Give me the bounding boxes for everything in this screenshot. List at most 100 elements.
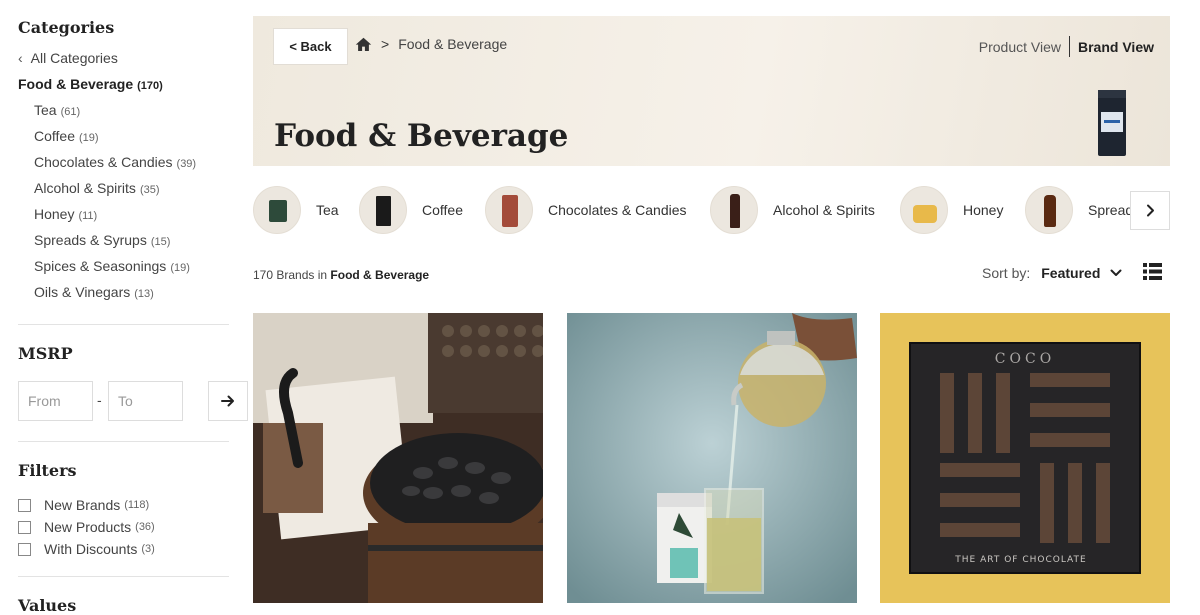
box-brand-text: COCO bbox=[995, 351, 1055, 367]
list-view-icon[interactable] bbox=[1143, 263, 1162, 285]
subcategory-label: Honey bbox=[34, 206, 75, 222]
sidebar-divider bbox=[18, 576, 229, 577]
carousel-item-label: Tea bbox=[316, 202, 339, 218]
results-count: 170 Brands in Food & Beverage bbox=[253, 268, 429, 282]
chocolate-bag-icon bbox=[485, 186, 533, 234]
view-toggle: Product View Brand View bbox=[979, 36, 1154, 57]
carousel-item-tea[interactable]: Tea bbox=[253, 186, 339, 234]
carousel-item-chocolates[interactable]: Chocolates & Candies bbox=[485, 186, 687, 234]
arrow-right-icon bbox=[221, 395, 234, 407]
subcategory-honey[interactable]: Honey (11) bbox=[34, 206, 196, 232]
subcategory-label: Spices & Seasonings bbox=[34, 258, 167, 274]
filter-count: (36) bbox=[135, 521, 155, 533]
tea-pouring-image bbox=[567, 313, 857, 603]
back-button[interactable]: < Back bbox=[273, 28, 348, 65]
subcategory-count: (35) bbox=[139, 184, 160, 196]
filter-with-discounts[interactable]: With Discounts (3) bbox=[18, 541, 155, 557]
sidebar-divider bbox=[18, 324, 229, 325]
subcategory-spices[interactable]: Spices & Seasonings (19) bbox=[34, 258, 196, 284]
categories-heading: Categories bbox=[18, 18, 115, 37]
category-banner: < Back > Food & Beverage Product View Br… bbox=[253, 16, 1170, 166]
chevron-down-icon[interactable] bbox=[1110, 269, 1122, 277]
bottle-icon bbox=[710, 186, 758, 234]
carousel-next-button[interactable] bbox=[1130, 191, 1170, 230]
sort-control: Sort by: Featured bbox=[982, 265, 1122, 281]
subcategory-label: Chocolates & Candies bbox=[34, 154, 173, 170]
checkbox[interactable] bbox=[18, 520, 31, 534]
results-category: Food & Beverage bbox=[330, 268, 430, 282]
filters-heading: Filters bbox=[18, 461, 77, 480]
current-category: Food & Beverage (170) bbox=[18, 76, 163, 92]
msrp-dash: - bbox=[97, 392, 102, 408]
carousel-item-honey[interactable]: Honey bbox=[900, 186, 1003, 234]
subcategory-tea[interactable]: Tea (61) bbox=[34, 102, 196, 128]
carousel-item-label: Spreads & Syrups bbox=[1088, 202, 1130, 218]
honey-jar-icon bbox=[900, 186, 948, 234]
msrp-heading: MSRP bbox=[18, 344, 73, 363]
page-title: Food & Beverage bbox=[274, 118, 569, 154]
brand-card[interactable] bbox=[567, 313, 857, 603]
subcategory-list: Tea (61) Coffee (19) Chocolates & Candies(… bbox=[34, 102, 196, 310]
brand-card[interactable] bbox=[253, 313, 543, 603]
all-categories-link[interactable]: ‹ All Categories bbox=[18, 50, 118, 66]
brand-view-tab[interactable]: Brand View bbox=[1078, 39, 1154, 55]
product-view-tab[interactable]: Product View bbox=[979, 39, 1061, 55]
subcategory-coffee[interactable]: Coffee (19) bbox=[34, 128, 196, 154]
subcategory-label: Tea bbox=[34, 102, 57, 118]
msrp-to-input[interactable]: To bbox=[108, 381, 183, 421]
breadcrumb: > Food & Beverage bbox=[355, 36, 507, 52]
coffee-beans-barrel-image bbox=[253, 313, 543, 603]
subcategory-oils[interactable]: Oils & Vinegars (13) bbox=[34, 284, 196, 310]
box-tagline: THE ART OF CHOCOLATE bbox=[954, 555, 1086, 565]
all-categories-label: All Categories bbox=[30, 50, 118, 66]
subcategory-count: (11) bbox=[78, 210, 98, 222]
filter-new-products[interactable]: New Products (36) bbox=[18, 519, 155, 535]
home-icon[interactable] bbox=[355, 37, 372, 52]
coffee-bag-image bbox=[1098, 90, 1126, 156]
subcategory-count: (39) bbox=[176, 158, 197, 170]
sort-value[interactable]: Featured bbox=[1041, 265, 1100, 281]
view-divider bbox=[1069, 36, 1070, 57]
msrp-from-input[interactable]: From bbox=[18, 381, 93, 421]
subcategory-chocolates[interactable]: Chocolates & Candies (39) bbox=[34, 154, 196, 180]
sort-label: Sort by: bbox=[982, 265, 1031, 281]
carousel-item-spreads[interactable]: Spreads & Syrups bbox=[1025, 186, 1130, 234]
carousel-item-label: Coffee bbox=[422, 202, 463, 218]
subcategory-label: Oils & Vinegars bbox=[34, 284, 131, 300]
subcategory-label: Spreads & Syrups bbox=[34, 232, 147, 248]
subcategory-label: Alcohol & Spirits bbox=[34, 180, 136, 196]
current-category-count: (170) bbox=[137, 80, 163, 92]
syrup-bottle-icon bbox=[1025, 186, 1073, 234]
filter-new-brands[interactable]: New Brands (118) bbox=[18, 497, 149, 513]
chevron-right-icon bbox=[1146, 204, 1154, 217]
filter-label: New Products bbox=[44, 519, 132, 535]
carousel-item-label: Alcohol & Spirits bbox=[773, 202, 875, 218]
msrp-apply-button[interactable] bbox=[208, 381, 248, 421]
breadcrumb-separator: > bbox=[381, 36, 390, 52]
category-sidebar: Categories ‹ All Categories Food & Bever… bbox=[18, 0, 248, 615]
subcategory-count: (19) bbox=[170, 262, 190, 274]
filter-label: New Brands bbox=[44, 497, 121, 513]
breadcrumb-current: Food & Beverage bbox=[398, 36, 508, 52]
checkbox[interactable] bbox=[18, 542, 31, 556]
carousel-item-label: Honey bbox=[963, 202, 1004, 218]
sidebar-divider bbox=[18, 441, 229, 442]
subcategory-count: (19) bbox=[79, 132, 99, 144]
back-label: < Back bbox=[289, 39, 332, 54]
filter-label: With Discounts bbox=[44, 541, 138, 557]
filter-count: (118) bbox=[124, 499, 150, 511]
checkbox[interactable] bbox=[18, 498, 31, 512]
subcategory-spreads[interactable]: Spreads & Syrups (15) bbox=[34, 232, 196, 258]
current-category-label: Food & Beverage bbox=[18, 76, 134, 92]
subcategory-count: (13) bbox=[134, 288, 154, 300]
brand-card[interactable]: COCO THE ART OF CHOCOLATE bbox=[880, 313, 1170, 603]
filter-count: (3) bbox=[141, 543, 155, 555]
coffee-bag-icon bbox=[359, 186, 407, 234]
results-count-text: 170 Brands in bbox=[253, 268, 328, 282]
subcategory-alcohol[interactable]: Alcohol & Spirits (35) bbox=[34, 180, 196, 206]
carousel-item-alcohol[interactable]: Alcohol & Spirits bbox=[710, 186, 875, 234]
category-carousel: Tea Coffee Chocolates & Candies Alcohol … bbox=[253, 186, 1130, 234]
subcategory-label: Coffee bbox=[34, 128, 75, 144]
carousel-item-coffee[interactable]: Coffee bbox=[359, 186, 463, 234]
values-heading: Values bbox=[18, 596, 77, 615]
